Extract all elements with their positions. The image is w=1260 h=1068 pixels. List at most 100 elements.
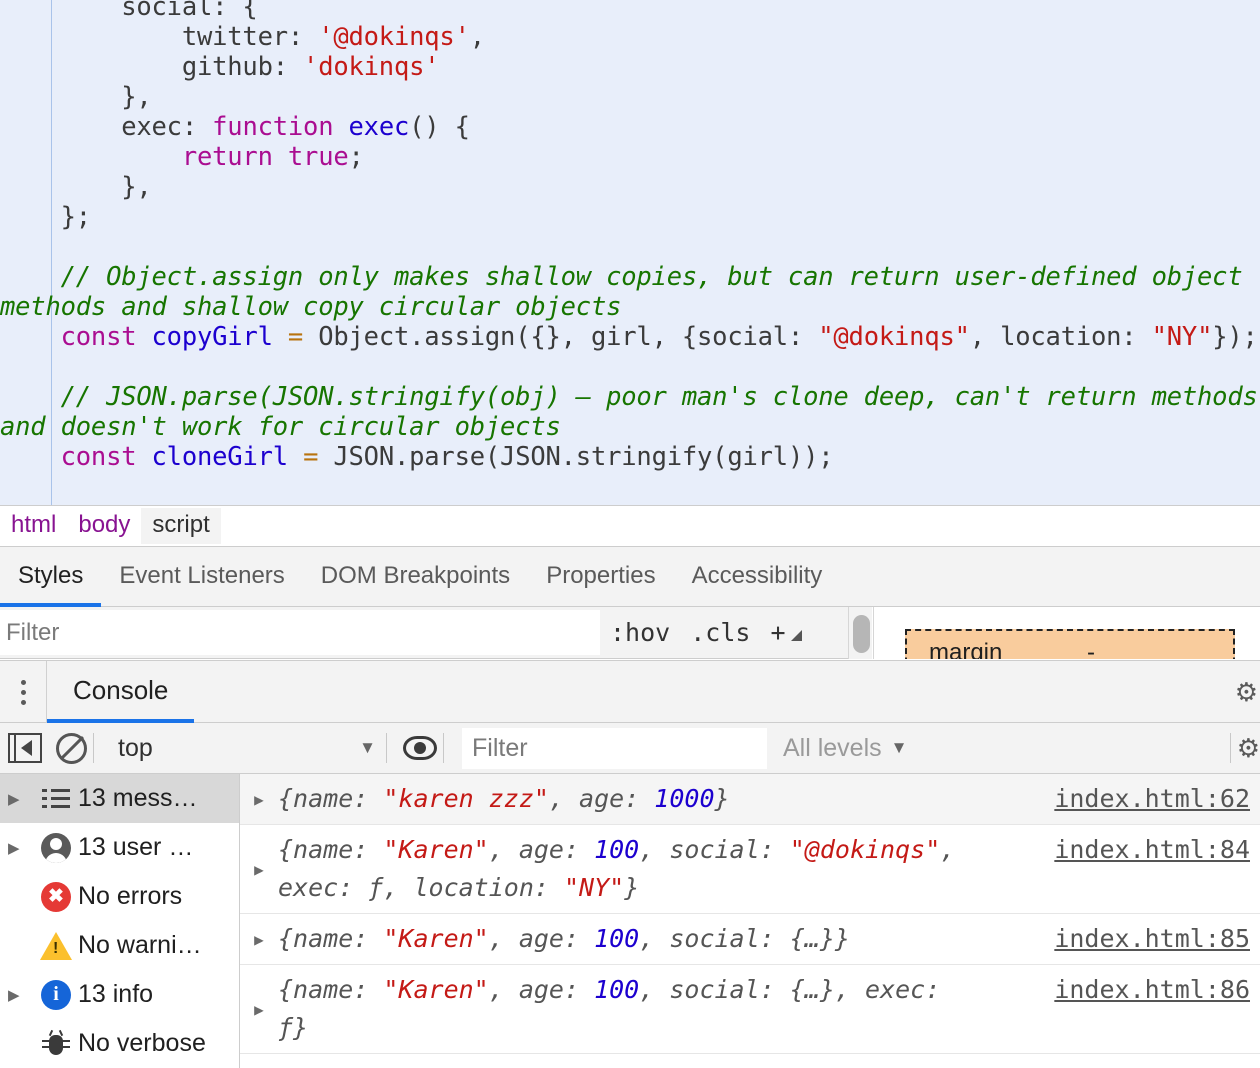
console-token: , social: {…}} (639, 924, 850, 953)
expand-caret-icon[interactable]: ▶ (8, 839, 34, 857)
list-icon (42, 788, 70, 809)
code-token: // Object.assign only makes shallow copi… (0, 262, 1258, 322)
execution-context-selector[interactable]: top ▼ (118, 728, 380, 768)
expand-caret-icon[interactable]: ▶ (8, 790, 34, 808)
more-vertical-icon[interactable] (0, 661, 46, 723)
code-token: Object.assign({}, girl, {social: (303, 322, 819, 352)
sidebar-icon-wrap (34, 788, 78, 809)
box-model-margin-value[interactable]: - (1087, 639, 1095, 659)
eye-icon[interactable] (403, 736, 437, 760)
tab-accessibility[interactable]: Accessibility (674, 547, 841, 607)
console-message-row[interactable]: ▶ {name: "Karen", age: 100, social: "@dok… (240, 825, 1260, 914)
console-message-list[interactable]: ▶ {name: "karen zzz", age: 1000} index.htm… (240, 774, 1260, 1068)
console-message-source-link[interactable]: index.html:85 (1054, 920, 1250, 958)
console-sidebar-item[interactable]: ▶ 13 mess… (0, 774, 239, 823)
code-token: const (60, 322, 137, 352)
console-sidebar-item[interactable]: ✖ No errors (0, 872, 239, 921)
tab-console[interactable]: Console (47, 661, 195, 723)
console-sidebar-item[interactable]: No warni… (0, 921, 239, 970)
console-message-source-link[interactable]: index.html:84 (1054, 831, 1250, 869)
code-token: JSON.parse(JSON.stringify(girl)); (318, 442, 834, 472)
cls-button[interactable]: .cls (680, 618, 760, 647)
tab-dom-breakpoints[interactable]: DOM Breakpoints (303, 547, 528, 607)
code-token: }, (0, 172, 152, 202)
box-model-margin[interactable]: margin - (905, 629, 1235, 659)
code-line: twitter: '@dokinqs', (0, 22, 1260, 52)
log-levels-selector[interactable]: All levels ▼ (783, 734, 907, 763)
styles-filter-input[interactable] (0, 610, 600, 655)
error-icon: ✖ (41, 881, 71, 912)
console-filter-input[interactable] (462, 727, 767, 769)
show-console-sidebar-icon[interactable] (8, 733, 42, 763)
breadcrumb-item-script[interactable]: script (141, 508, 221, 544)
console-sidebar-item[interactable]: No verbose (0, 1019, 239, 1068)
clear-console-icon[interactable] (56, 732, 87, 764)
console-message-source-link[interactable]: index.html:62 (1054, 780, 1250, 818)
sidebar-icon-wrap: i (34, 979, 78, 1010)
console-sidebar-item[interactable]: ▶ i 13 info (0, 970, 239, 1019)
console-message-source-link[interactable]: index.html:86 (1054, 971, 1250, 1009)
tab-styles[interactable]: Styles (0, 547, 102, 607)
code-token: // JSON.parse(JSON.stringify(obj) – poor… (0, 382, 1258, 442)
gear-icon[interactable]: ⚙ (1235, 679, 1258, 705)
expand-caret-icon[interactable]: ▶ (240, 780, 278, 818)
console-token: "karen zzz" (383, 784, 549, 813)
code-line: }, (0, 82, 1260, 112)
code-token: () { (409, 112, 470, 142)
gear-icon[interactable]: ⚙ (1237, 735, 1260, 761)
code-token: function (212, 112, 334, 142)
toolbar-divider (386, 733, 387, 763)
styles-pane-scrollbar[interactable] (848, 607, 872, 659)
breadcrumb-item-body[interactable]: body (67, 508, 141, 544)
console-token: , age: (488, 975, 595, 1004)
dom-breadcrumb: html body script (0, 505, 1260, 546)
code-token: social: { (0, 0, 258, 22)
console-sidebar-item-label: No warni… (78, 931, 202, 959)
console-message-row[interactable]: ▶ {name: "Karen", age: 100, social: {…}} i… (240, 914, 1260, 965)
console-toolbar-actions: ⚙ (1224, 723, 1260, 774)
code-token: }; (0, 202, 92, 232)
console-token: 100 (594, 975, 640, 1004)
code-token: "@dokinqs" (818, 322, 970, 352)
info-icon: i (41, 979, 71, 1010)
hov-button[interactable]: :hov (600, 618, 680, 647)
code-token: return true (181, 142, 349, 172)
console-tabbar-actions: ⚙ (1235, 661, 1260, 723)
scrollbar-thumb[interactable] (853, 615, 870, 653)
tab-event-listeners[interactable]: Event Listeners (101, 547, 302, 607)
expand-caret-icon[interactable]: ▶ (8, 986, 34, 1004)
code-token: = (287, 322, 304, 352)
toolbar-divider (1229, 733, 1231, 763)
console-sidebar-item-label: 13 user … (78, 833, 194, 861)
code-token: 'dokinqs' (303, 52, 440, 82)
code-line: }; (0, 202, 1260, 232)
code-line: github: 'dokinqs' (0, 52, 1260, 82)
breadcrumb-item-html[interactable]: html (0, 508, 67, 544)
user-icon (41, 832, 71, 863)
console-sidebar-item-label: No errors (78, 882, 183, 910)
console-sidebar-item[interactable]: ▶ 13 user … (0, 823, 239, 872)
code-token: twitter: (0, 22, 319, 52)
box-model-margin-label: margin (929, 639, 1003, 659)
console-message-row[interactable]: ▶ {name: "karen zzz", age: 1000} index.htm… (240, 774, 1260, 825)
code-text[interactable]: social: { twitter: '@dokinqs', github: '… (0, 0, 1260, 472)
expand-caret-icon[interactable]: ▶ (240, 920, 278, 958)
source-code-pane[interactable]: social: { twitter: '@dokinqs', github: '… (0, 0, 1260, 505)
tab-properties[interactable]: Properties (528, 547, 673, 607)
new-style-rule-button[interactable]: + (760, 618, 807, 647)
console-token: 100 (594, 924, 640, 953)
console-token: 100 (594, 835, 640, 864)
code-line: }, (0, 172, 1260, 202)
console-message-row[interactable]: ▶ {name: "Karen", age: 100, social: {…}, … (240, 965, 1260, 1054)
expand-caret-icon[interactable]: ▶ (240, 831, 278, 907)
expand-caret-icon[interactable]: ▶ (240, 971, 278, 1047)
console-sidebar: ▶13 mess…▶13 user …✖No errorsNo warni…▶i… (0, 774, 240, 1068)
sidebar-icon-wrap (34, 832, 78, 863)
code-token: "NY" (1151, 322, 1213, 352)
console-token: "NY" (563, 873, 625, 902)
